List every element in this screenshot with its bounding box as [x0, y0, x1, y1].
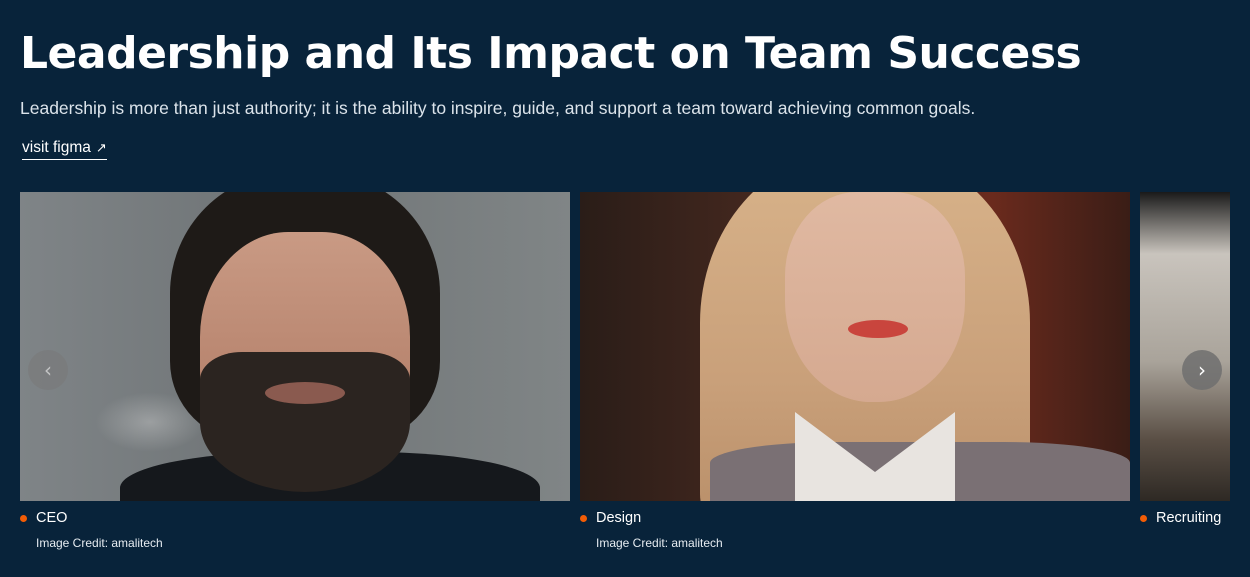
- carousel-slide[interactable]: CEO Image Credit: amalitech: [20, 192, 570, 550]
- caption-dot-icon: [1140, 514, 1147, 522]
- slide-image-recruiting: [1140, 192, 1230, 501]
- page-subtitle: Leadership is more than just authority; …: [20, 98, 976, 118]
- visit-figma-label: visit figma: [22, 139, 91, 156]
- caption-dot-icon: [20, 514, 27, 522]
- carousel-slide[interactable]: Design Image Credit: amalitech: [580, 192, 1130, 550]
- carousel-prev-button[interactable]: ‹: [28, 350, 68, 390]
- chevron-right-icon: ›: [1198, 358, 1206, 382]
- slide-caption-label: Recruiting: [1156, 510, 1222, 526]
- slide-caption: Recruiting: [1140, 510, 1221, 526]
- slide-caption-label: CEO: [36, 510, 68, 526]
- slide-image-ceo: [20, 192, 570, 501]
- image-carousel: CEO Image Credit: amalitech Design Image…: [20, 192, 1230, 577]
- slide-caption: Design: [580, 510, 641, 526]
- external-link-icon: ↗: [95, 140, 107, 155]
- slide-caption-label: Design: [596, 510, 642, 526]
- slide-caption: CEO: [20, 510, 67, 526]
- chevron-left-icon: ‹: [44, 358, 52, 382]
- carousel-next-button[interactable]: ›: [1182, 350, 1222, 390]
- image-credit: Image Credit: amalitech: [36, 536, 163, 550]
- caption-dot-icon: [580, 514, 587, 522]
- image-credit: Image Credit: amalitech: [596, 536, 723, 550]
- page-title: Leadership and Its Impact on Team Succes…: [20, 28, 1082, 79]
- visit-figma-link[interactable]: visit figma ↗: [22, 138, 107, 160]
- carousel-slide[interactable]: Recruiting: [1140, 192, 1230, 526]
- slide-image-design: [580, 192, 1130, 501]
